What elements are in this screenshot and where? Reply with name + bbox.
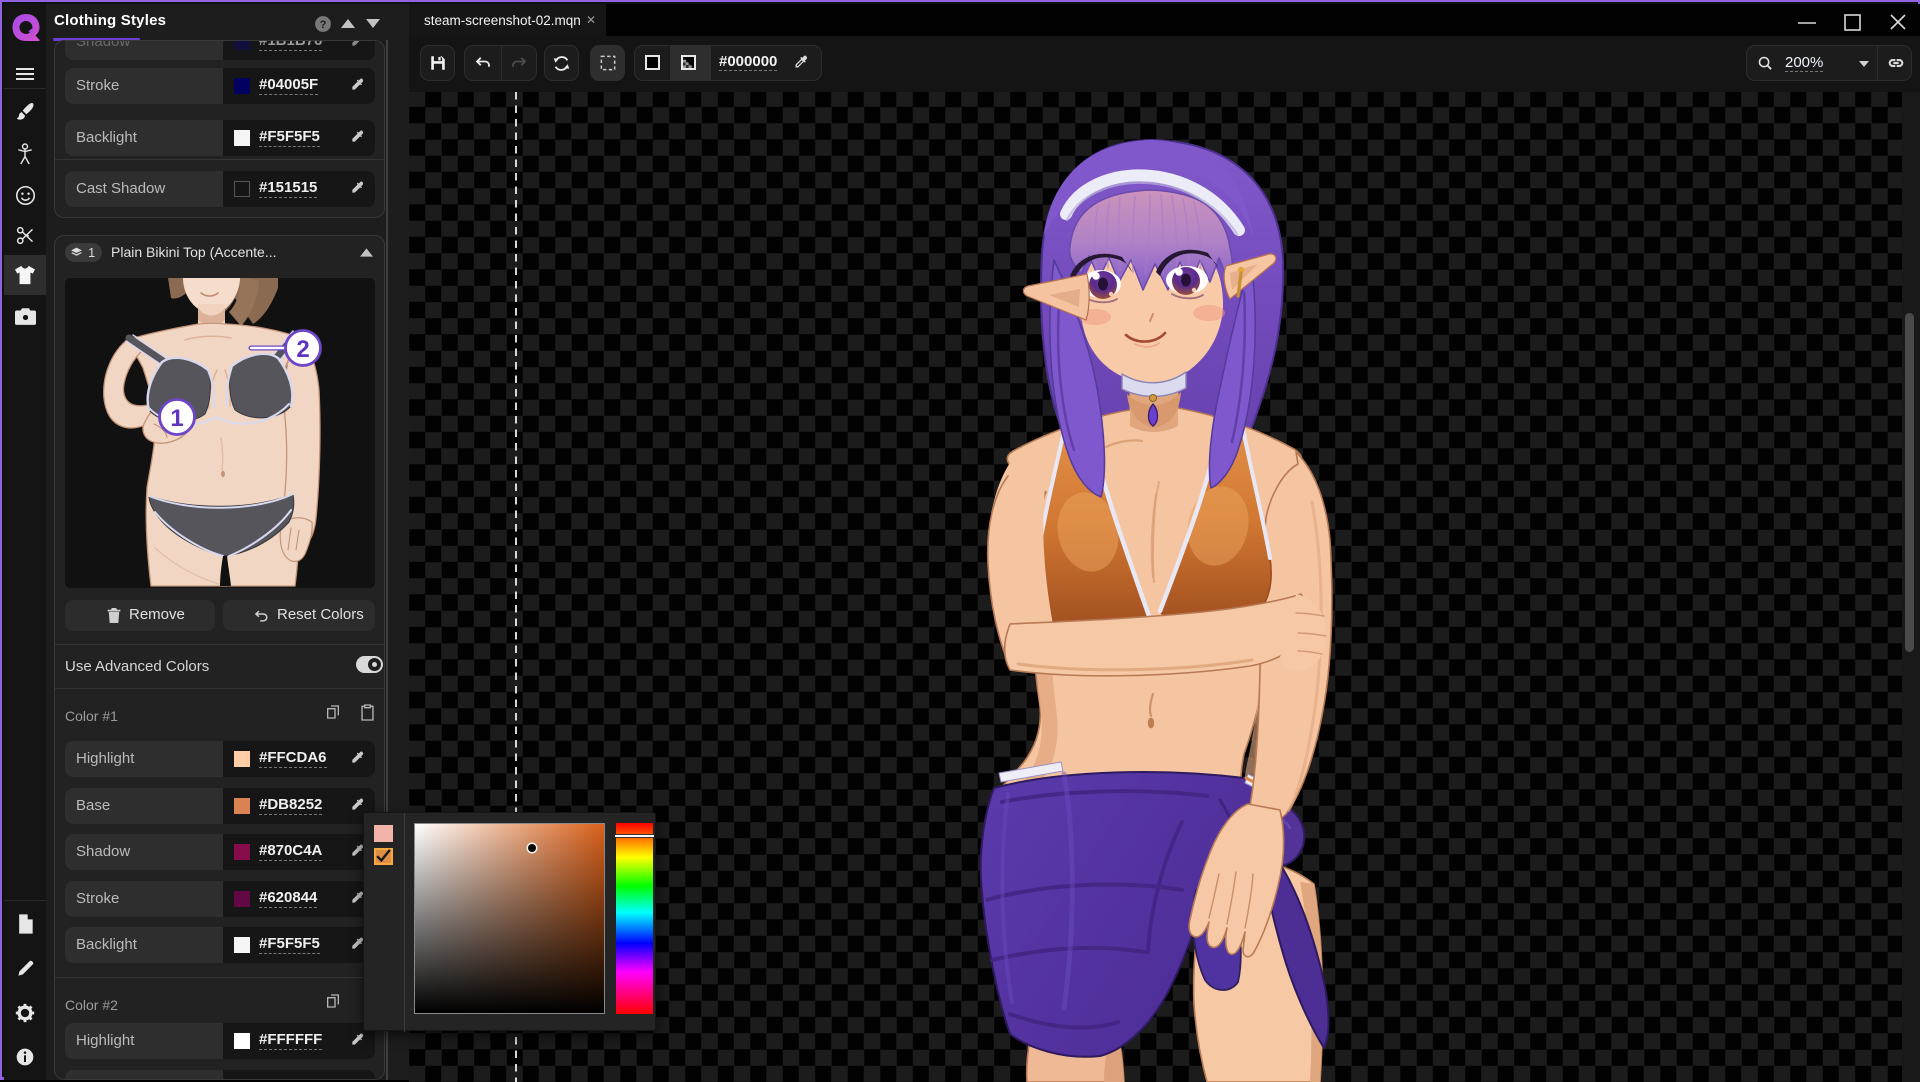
- svg-text:1: 1: [170, 405, 183, 432]
- svg-text:2: 2: [296, 336, 309, 363]
- svg-text:?: ?: [320, 19, 327, 31]
